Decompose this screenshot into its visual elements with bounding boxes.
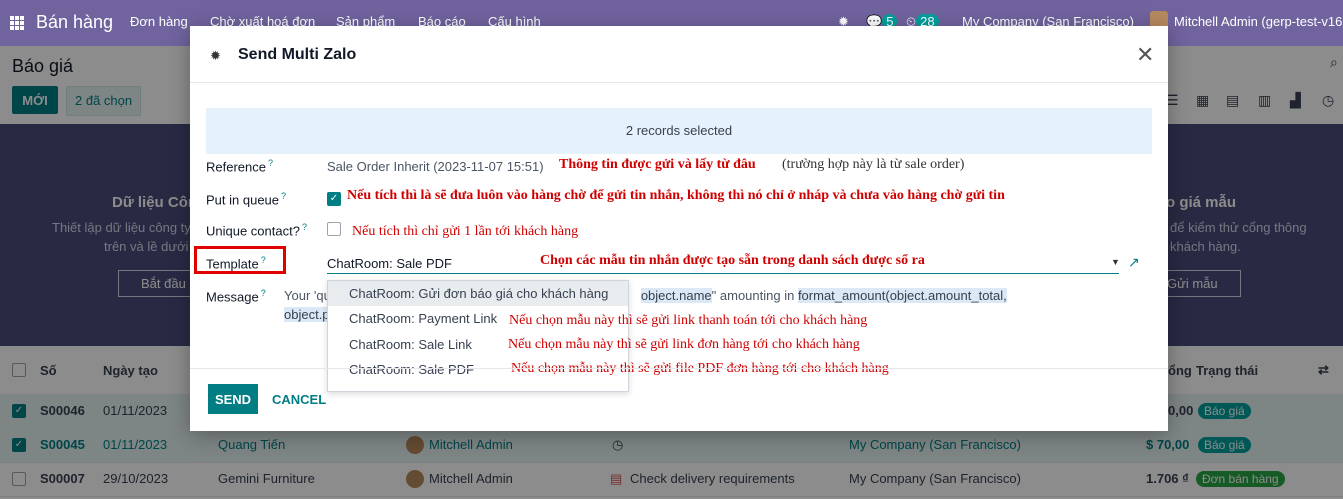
note-reference-tail: (trường hợp này là từ sale order) [782,157,965,172]
note-reference: Thông tin được gửi và lấy từ đâu [559,157,756,172]
note-sale-pdf: Nếu chọn mẫu này thì sẽ gửi file PDF đơn… [511,361,889,376]
message-label: Message? [206,288,266,305]
message-line2[interactable]: object.p [284,307,330,322]
app-name[interactable]: Bán hàng [36,12,113,33]
note-payment: Nếu chọn mẫu này thì sẽ gửi link thanh t… [509,313,868,328]
dropdown-option[interactable]: ChatRoom: Gửi đơn báo giá cho khách hàng [328,281,628,306]
send-multi-zalo-dialog: ✹ Send Multi Zalo ✕ 2 records selected R… [190,26,1168,431]
note-queue: Nếu tích thì là sẽ đưa luôn vào hàng chờ… [347,188,1005,203]
template-underline [327,273,1119,274]
template-input[interactable]: ChatRoom: Sale PDF [327,256,452,271]
menu-orders[interactable]: Đơn hàng [130,14,188,29]
user-menu[interactable]: Mitchell Admin (gerp-test-v16 [1174,14,1342,29]
reference-value[interactable]: Sale Order Inherit (2023-11-07 15:51) [327,159,544,174]
send-button[interactable]: SEND [208,384,258,414]
records-selected-alert: 2 records selected [206,108,1152,154]
template-label: Template? [206,255,266,272]
cancel-button[interactable]: CANCEL [272,392,326,407]
apps-grid-icon[interactable] [10,16,24,30]
bug-icon: ✹ [210,48,221,63]
dialog-title: Send Multi Zalo [238,46,357,63]
close-icon[interactable]: ✕ [1136,42,1154,68]
unique-contact-checkbox[interactable] [327,222,341,236]
reference-label: Reference? [206,158,273,175]
note-template: Chọn các mẫu tin nhắn được tạo sẵn trong… [540,253,925,268]
unique-contact-label: Unique contact?? [206,222,307,239]
chevron-down-icon[interactable]: ▼ [1111,257,1120,267]
footer-divider [190,368,1168,369]
note-unique: Nếu tích thì chỉ gửi 1 lần tới khách hàn… [352,224,579,239]
header-divider [190,82,1168,83]
queue-checkbox[interactable]: ✓ [327,192,341,206]
note-sale-link: Nếu chọn mẫu này thì sẽ gửi link đơn hàn… [508,337,860,352]
external-link-icon[interactable]: ↗ [1128,254,1140,271]
queue-label: Put in queue? [206,191,287,208]
